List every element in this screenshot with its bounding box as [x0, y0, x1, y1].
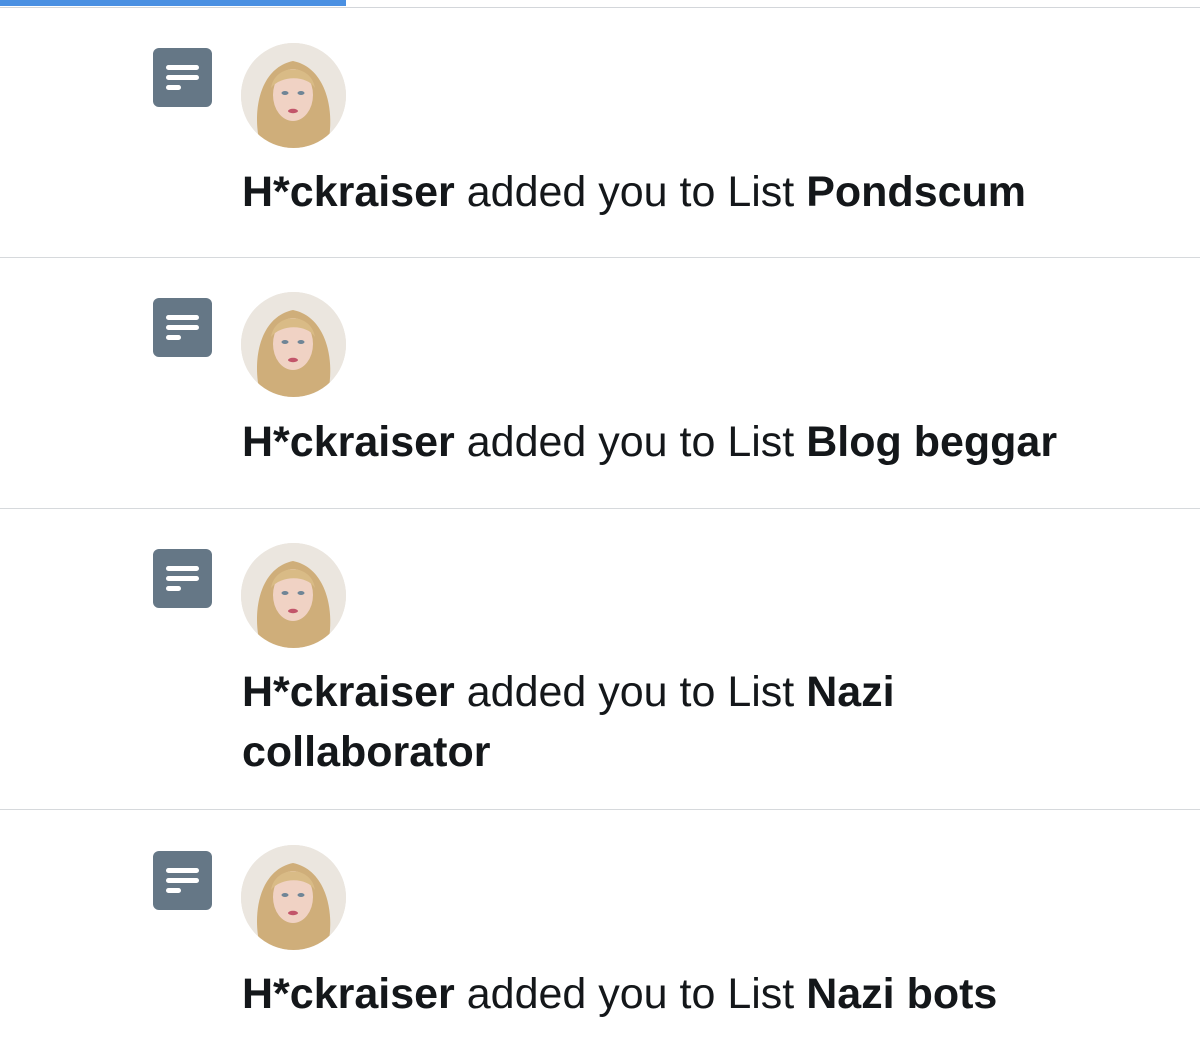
- notification-action: added you to List: [466, 970, 795, 1018]
- notification-list-name[interactable]: Pondscum: [806, 168, 1026, 216]
- avatar[interactable]: [241, 292, 346, 397]
- list-icon: [153, 48, 212, 107]
- avatar[interactable]: [241, 43, 346, 148]
- list-icon: [153, 298, 212, 357]
- avatar[interactable]: [241, 543, 346, 648]
- notification-list-name[interactable]: Blog beggar: [806, 418, 1057, 466]
- notification-text: H*ckraiser added you to List Nazi collab…: [242, 662, 982, 782]
- notification-item[interactable]: H*ckraiser added you to List Nazi bots: [0, 810, 1200, 1047]
- notification-user[interactable]: H*ckraiser: [242, 668, 455, 716]
- notification-item[interactable]: H*ckraiser added you to List Pondscum: [0, 8, 1200, 258]
- notification-text: H*ckraiser added you to List Pondscum: [242, 162, 1172, 222]
- notification-action: added you to List: [466, 668, 795, 716]
- notification-item[interactable]: H*ckraiser added you to List Blog beggar: [0, 258, 1200, 509]
- notification-user[interactable]: H*ckraiser: [242, 970, 455, 1018]
- notification-user[interactable]: H*ckraiser: [242, 168, 455, 216]
- list-icon: [153, 549, 212, 608]
- avatar[interactable]: [241, 845, 346, 950]
- tab-bar: [0, 0, 1200, 8]
- notification-text: H*ckraiser added you to List Nazi bots: [242, 964, 1172, 1024]
- notifications-page: H*ckraiser added you to List Pondscum H*…: [0, 0, 1200, 1047]
- active-tab-indicator: [0, 0, 346, 6]
- notification-item[interactable]: H*ckraiser added you to List Nazi collab…: [0, 509, 1200, 810]
- list-icon: [153, 851, 212, 910]
- notification-list-name[interactable]: Nazi bots: [806, 970, 997, 1018]
- notification-text: H*ckraiser added you to List Blog beggar: [242, 412, 1172, 472]
- notification-user[interactable]: H*ckraiser: [242, 418, 455, 466]
- notification-action: added you to List: [466, 168, 795, 216]
- notification-action: added you to List: [466, 418, 795, 466]
